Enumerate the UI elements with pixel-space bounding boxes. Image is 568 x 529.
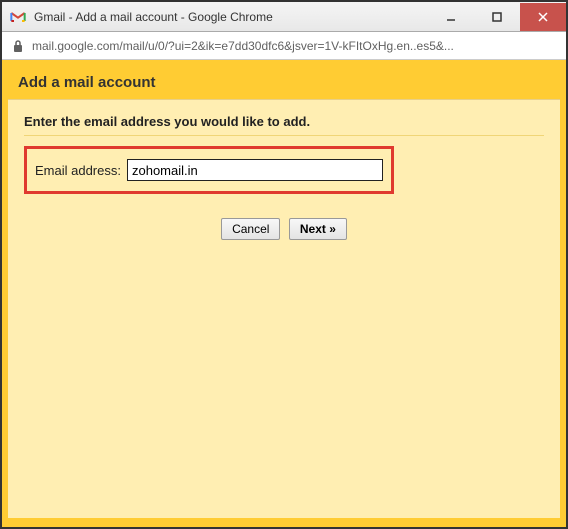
form-panel: Enter the email address you would like t…	[8, 99, 560, 518]
instruction-text: Enter the email address you would like t…	[24, 114, 544, 129]
gmail-icon	[10, 9, 26, 25]
button-row: Cancel Next »	[24, 218, 544, 240]
cancel-button[interactable]: Cancel	[221, 218, 280, 240]
url-text: mail.google.com/mail/u/0/?ui=2&ik=e7dd30…	[32, 39, 454, 53]
email-field-highlight: Email address:	[24, 146, 394, 194]
address-bar[interactable]: mail.google.com/mail/u/0/?ui=2&ik=e7dd30…	[2, 32, 566, 60]
maximize-button[interactable]	[474, 3, 520, 31]
minimize-button[interactable]	[428, 3, 474, 31]
lock-icon	[12, 39, 24, 53]
page-heading: Add a mail account	[8, 64, 560, 99]
email-input[interactable]	[127, 159, 383, 181]
divider	[24, 135, 544, 136]
next-button[interactable]: Next »	[289, 218, 347, 240]
window-titlebar: Gmail - Add a mail account - Google Chro…	[2, 2, 566, 32]
content-area: Add a mail account Enter the email addre…	[2, 60, 566, 527]
email-label: Email address:	[35, 163, 121, 178]
window-title: Gmail - Add a mail account - Google Chro…	[34, 10, 428, 24]
close-button[interactable]	[520, 3, 566, 31]
